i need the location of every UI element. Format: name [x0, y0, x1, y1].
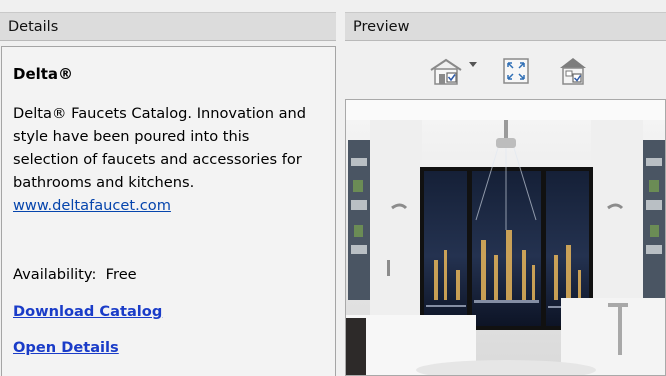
preview-image: [345, 99, 666, 376]
details-header-title: Details: [8, 19, 59, 35]
bathroom-render: [346, 100, 665, 375]
details-panel: Delta® Delta® Faucets Catalog. Innovatio…: [1, 46, 336, 376]
details-header: Details: [0, 12, 336, 41]
library-browser-panels: Details Preview Delta® Delta® Faucets Ca…: [0, 0, 666, 376]
house-view-icon: [428, 56, 464, 86]
3d-house-icon: [556, 55, 590, 87]
catalog-description-block: Delta® Faucets Catalog. Innovation and s…: [13, 102, 313, 217]
header-splitter[interactable]: [336, 12, 345, 41]
dropdown-arrow-icon[interactable]: [468, 61, 478, 69]
fit-view-icon: [502, 57, 530, 85]
3d-view-button[interactable]: [556, 53, 590, 89]
website-link[interactable]: www.deltafaucet.com: [13, 194, 313, 217]
fit-view-button[interactable]: [502, 53, 530, 89]
catalog-description: Delta® Faucets Catalog. Innovation and s…: [13, 105, 307, 191]
preview-header-title: Preview: [353, 19, 410, 35]
preview-header: Preview: [345, 12, 666, 41]
download-catalog-link[interactable]: Download Catalog: [13, 303, 162, 320]
open-details-link[interactable]: Open Details: [13, 339, 119, 356]
availability-text: Availability: Free: [13, 266, 137, 283]
view-type-button[interactable]: [428, 53, 478, 89]
catalog-name: Delta®: [13, 65, 74, 83]
